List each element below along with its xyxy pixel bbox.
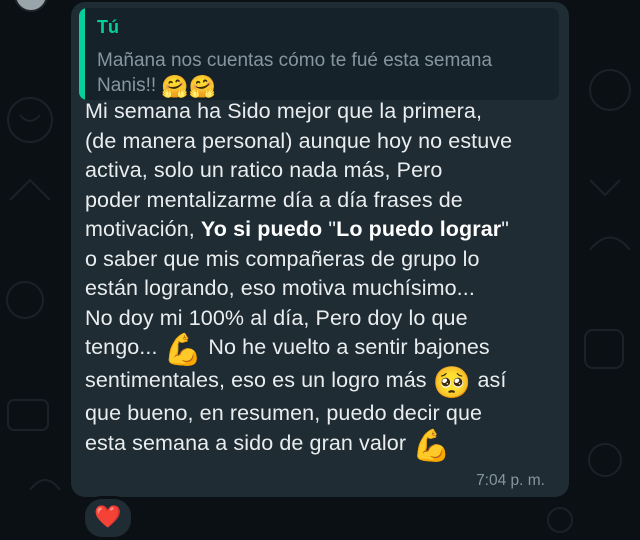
message-timestamp: 7:04 p. m. — [476, 472, 545, 489]
hugging-face-icon: 🤗🤗 — [161, 75, 217, 100]
quote-accent-bar — [79, 8, 85, 100]
bold-phrase-lo-puedo-lograr: Lo puedo lograr — [336, 217, 502, 241]
message-text: Mi semana ha Sido mejor que la primera, … — [85, 99, 513, 464]
bold-phrase-yo-si-puedo: Yo si puedo — [200, 217, 323, 241]
flexed-biceps-icon: 💪 — [412, 427, 451, 464]
message-bubble[interactable]: Tú Mañana nos cuentas cómo te fué esta s… — [71, 2, 569, 497]
quoted-message[interactable]: Tú Mañana nos cuentas cómo te fué esta s… — [79, 8, 559, 100]
pleading-face-icon: 🥺 — [432, 365, 472, 401]
red-heart-icon: ❤️ — [94, 505, 122, 530]
reaction-badge[interactable]: ❤️ — [82, 496, 134, 540]
quoted-text: Mañana nos cuentas cómo te fué esta sema… — [97, 50, 493, 100]
quoted-author: Tú — [97, 17, 119, 37]
flexed-biceps-icon: 💪 — [163, 332, 203, 368]
